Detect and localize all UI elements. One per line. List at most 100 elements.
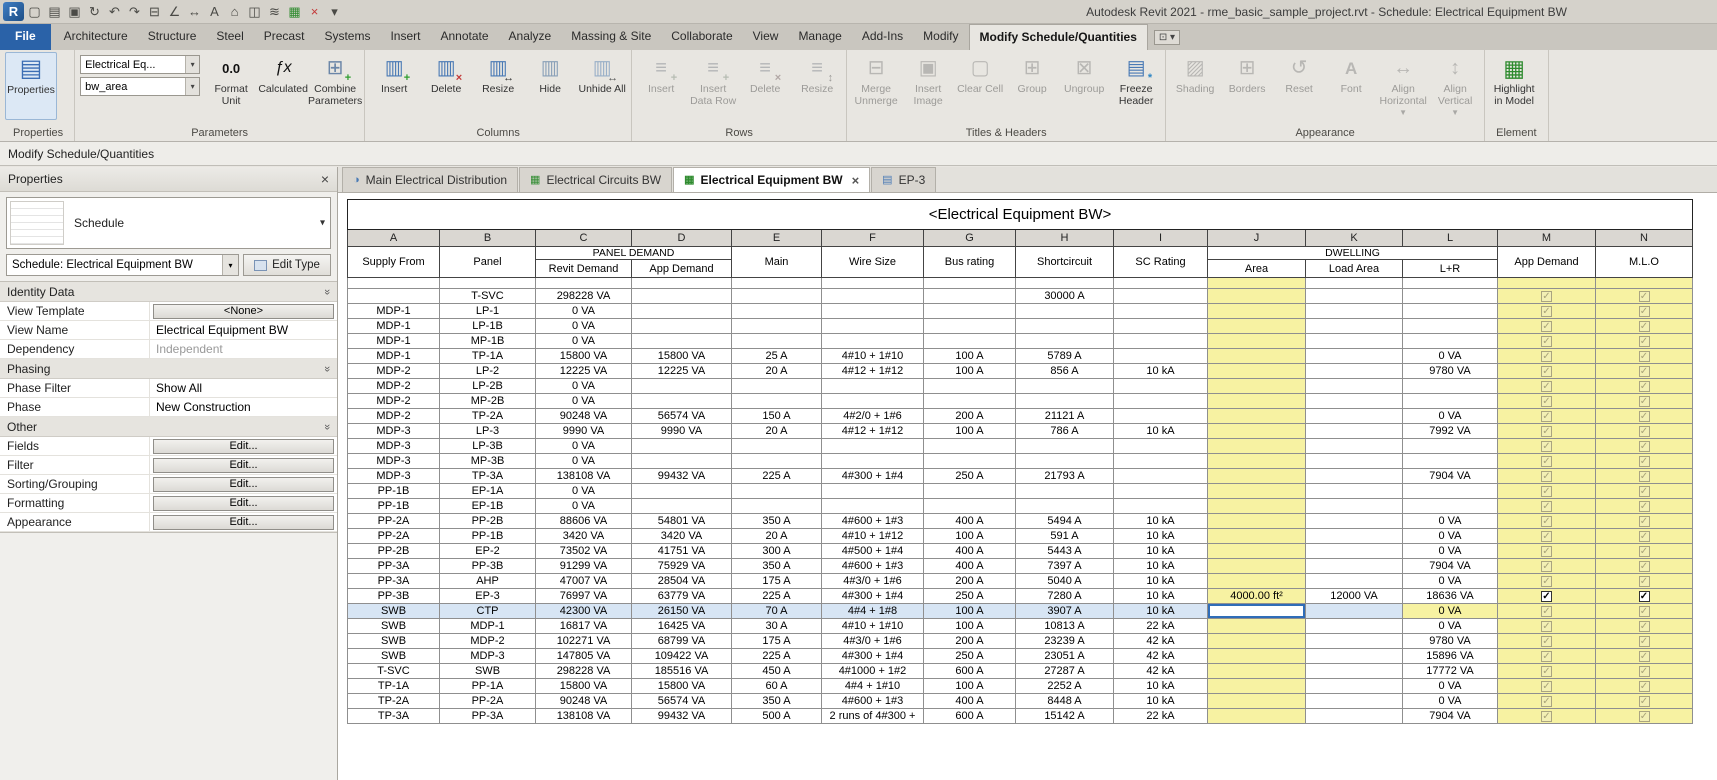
property-value[interactable]: Edit...: [150, 437, 337, 455]
schedule-cell[interactable]: 10 kA: [1114, 424, 1208, 439]
schedule-cell[interactable]: ✓: [1498, 364, 1596, 379]
column-letter-d[interactable]: D: [632, 230, 732, 247]
schedule-cell[interactable]: MDP-2: [440, 634, 536, 649]
schedule-cell[interactable]: 9780 VA: [1403, 364, 1498, 379]
schedule-cell[interactable]: 0 VA: [536, 484, 632, 499]
schedule-cell[interactable]: MDP-3: [348, 469, 440, 484]
schedule-cell[interactable]: [632, 439, 732, 454]
schedule-cell[interactable]: 10 kA: [1114, 559, 1208, 574]
schedule-cell[interactable]: PP-2A: [348, 514, 440, 529]
property-value[interactable]: New Construction: [150, 398, 337, 416]
schedule-cell[interactable]: 225 A: [732, 649, 822, 664]
schedule-cell[interactable]: [1016, 379, 1114, 394]
schedule-cell[interactable]: CTP: [440, 604, 536, 619]
schedule-cell[interactable]: ✓: [1498, 694, 1596, 709]
schedule-cell[interactable]: 28504 VA: [632, 574, 732, 589]
checkbox[interactable]: ✓: [1541, 306, 1552, 317]
delete-button[interactable]: ≡×Delete: [739, 52, 791, 97]
schedule-cell[interactable]: LP-3B: [440, 439, 536, 454]
schedule-cell[interactable]: 298228 VA: [536, 664, 632, 679]
schedule-cell[interactable]: T-SVC: [348, 664, 440, 679]
schedule-cell[interactable]: 22 kA: [1114, 619, 1208, 634]
schedule-cell[interactable]: 16817 VA: [536, 619, 632, 634]
schedule-cell[interactable]: MP-2B: [440, 394, 536, 409]
ungroup-button[interactable]: ⊠Ungroup: [1058, 52, 1110, 97]
schedule-cell[interactable]: SWB: [348, 604, 440, 619]
schedule-cell[interactable]: ✓: [1498, 574, 1596, 589]
schedule-cell[interactable]: ✓: [1498, 649, 1596, 664]
ribbon-tab-precast[interactable]: Precast: [254, 24, 315, 50]
schedule-cell[interactable]: 75929 VA: [632, 559, 732, 574]
schedule-cell[interactable]: ✓: [1596, 694, 1693, 709]
column-letter-m[interactable]: M: [1498, 230, 1596, 247]
schedule-cell[interactable]: 4#2/0 + 1#6: [822, 409, 924, 424]
schedule-cell[interactable]: [1208, 394, 1306, 409]
insert-button[interactable]: ▥+Insert: [368, 52, 420, 97]
schedule-cell[interactable]: ✓: [1498, 379, 1596, 394]
schedule-cell[interactable]: [924, 289, 1016, 304]
checkbox[interactable]: ✓: [1541, 546, 1552, 557]
panel-display-toggle[interactable]: ⊡ ▾: [1154, 30, 1180, 45]
schedule-cell[interactable]: 250 A: [924, 589, 1016, 604]
schedule-cell[interactable]: 4#1000 + 1#2: [822, 664, 924, 679]
checkbox[interactable]: ✓: [1639, 606, 1650, 617]
chevron-down-icon[interactable]: ▾: [222, 255, 238, 275]
schedule-cell[interactable]: 4#600 + 1#3: [822, 514, 924, 529]
schedule-cell[interactable]: 3907 A: [1016, 604, 1114, 619]
checkbox[interactable]: ✓: [1639, 426, 1650, 437]
column-letter-i[interactable]: I: [1114, 230, 1208, 247]
schedule-cell[interactable]: [1306, 679, 1403, 694]
ribbon-tab-view[interactable]: View: [743, 24, 789, 50]
schedule-cell[interactable]: [1306, 379, 1403, 394]
schedule-cell[interactable]: 30000 A: [1016, 289, 1114, 304]
schedule-cell[interactable]: ✓: [1498, 439, 1596, 454]
column-header-sc-rating[interactable]: SC Rating: [1114, 247, 1208, 278]
schedule-cell[interactable]: EP-1A: [440, 484, 536, 499]
schedule-cell[interactable]: 54801 VA: [632, 514, 732, 529]
checkbox[interactable]: ✓: [1639, 516, 1650, 527]
new-icon[interactable]: ▢: [25, 2, 44, 21]
property-value[interactable]: Electrical Equipment BW: [150, 321, 337, 339]
schedule-cell[interactable]: [1208, 334, 1306, 349]
schedule-cell[interactable]: 4#12 + 1#12: [822, 364, 924, 379]
ribbon-tab-add-ins[interactable]: Add-Ins: [852, 24, 913, 50]
schedule-cell[interactable]: 68799 VA: [632, 634, 732, 649]
schedule-cell[interactable]: 250 A: [924, 469, 1016, 484]
view-tab-electrical-circuits-bw[interactable]: ▦Electrical Circuits BW: [519, 167, 672, 192]
checkbox[interactable]: ✓: [1541, 636, 1552, 647]
schedule-cell[interactable]: 147805 VA: [536, 649, 632, 664]
schedule-cell[interactable]: 786 A: [1016, 424, 1114, 439]
schedule-cell[interactable]: ✓: [1596, 679, 1693, 694]
schedule-cell[interactable]: 0 VA: [1403, 409, 1498, 424]
schedule-cell[interactable]: LP-1: [440, 304, 536, 319]
schedule-cell[interactable]: ✓: [1498, 304, 1596, 319]
schedule-cell[interactable]: 138108 VA: [536, 709, 632, 724]
column-header-load-area[interactable]: Load Area: [1306, 260, 1403, 278]
schedule-cell[interactable]: 4#500 + 1#4: [822, 544, 924, 559]
schedule-cell[interactable]: 4#10 + 1#10: [822, 619, 924, 634]
schedule-cell[interactable]: 0 VA: [536, 454, 632, 469]
ribbon-tab-analyze[interactable]: Analyze: [499, 24, 562, 50]
schedule-cell[interactable]: [1208, 469, 1306, 484]
schedule-cell[interactable]: 100 A: [924, 679, 1016, 694]
close-icon[interactable]: ×: [852, 173, 860, 188]
schedule-cell[interactable]: 0 VA: [1403, 679, 1498, 694]
properties-button[interactable]: ▤Properties: [5, 52, 57, 120]
schedule-cell[interactable]: 23239 A: [1016, 634, 1114, 649]
property-edit-button[interactable]: Edit...: [153, 458, 334, 473]
schedule-cell[interactable]: [1208, 424, 1306, 439]
checkbox[interactable]: ✓: [1541, 486, 1552, 497]
checkbox[interactable]: ✓: [1639, 441, 1650, 452]
schedule-cell[interactable]: 3420 VA: [632, 529, 732, 544]
schedule-cell[interactable]: 12000 VA: [1306, 589, 1403, 604]
schedule-cell[interactable]: [822, 334, 924, 349]
column-header-app-demand[interactable]: App Demand: [1498, 247, 1596, 278]
schedule-cell[interactable]: [1306, 349, 1403, 364]
resize-button[interactable]: ≡↕Resize: [791, 52, 843, 97]
schedule-cell[interactable]: [1403, 379, 1498, 394]
schedule-cell[interactable]: ✓: [1498, 619, 1596, 634]
schedule-cell[interactable]: [1306, 469, 1403, 484]
checkbox[interactable]: ✓: [1541, 411, 1552, 422]
property-value[interactable]: <None>: [150, 302, 337, 320]
schedule-cell[interactable]: [1208, 649, 1306, 664]
